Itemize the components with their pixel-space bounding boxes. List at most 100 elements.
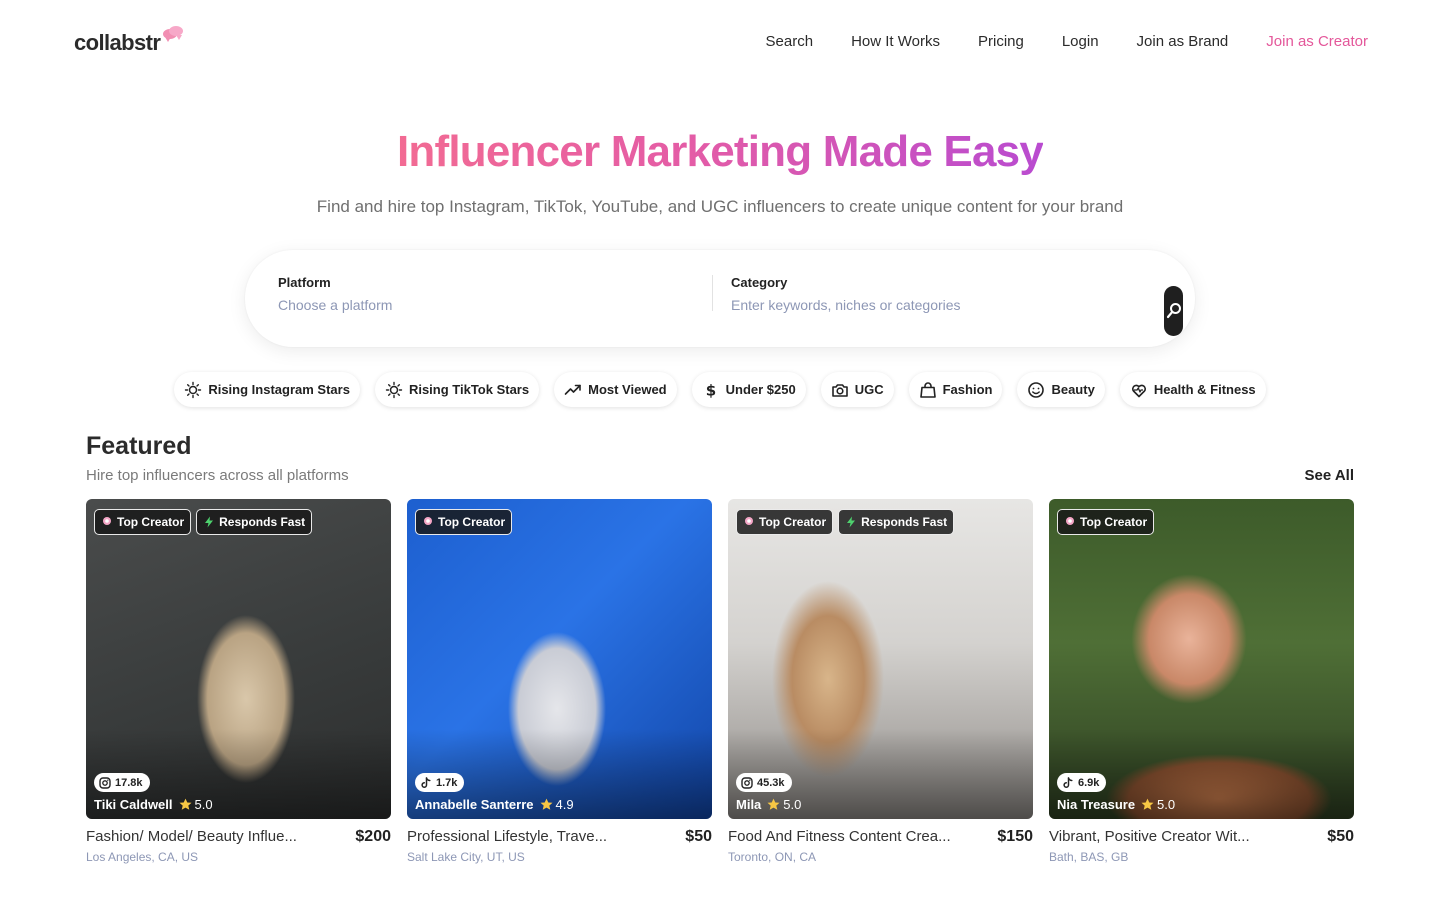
followers-count: 1.7k [436,776,458,789]
platform-field[interactable]: Platform [278,275,698,315]
badges: Top Creator Responds Fast [736,509,955,535]
chip-rising-instagram-stars[interactable]: Rising Instagram Stars [174,372,360,407]
category-chips: Rising Instagram Stars Rising TikTok Sta… [0,372,1440,407]
top-creator-badge: Top Creator [94,509,192,535]
nav-link-login[interactable]: Login [1062,32,1099,52]
card-location: Salt Lake City, UT, US [407,850,525,864]
followers-count: 6.9k [1078,776,1100,789]
star-icon [179,798,192,810]
nav-link-search[interactable]: Search [766,32,814,52]
category-label: Category [731,275,788,290]
star-icon [767,798,780,810]
svg-text:$: $ [705,381,715,399]
card-info: Food And Fitness Content Crea... $150 To… [728,827,1033,871]
badges: Top Creator [415,509,513,535]
card-price: $150 [997,828,1033,845]
nav-link-join-as-creator[interactable]: Join as Creator [1266,32,1368,52]
logo[interactable]: collabstr [74,26,186,58]
chip-fashion[interactable]: Fashion [908,372,1003,407]
badges: Top Creator [1057,509,1155,535]
card-description: Fashion/ Model/ Beauty Influe... [86,828,297,845]
featured-subtitle: Hire top influencers across all platform… [86,467,349,484]
platform-label: Platform [278,275,331,290]
chip-rising-tiktok-stars[interactable]: Rising TikTok Stars [374,372,540,407]
award-icon [103,517,111,525]
followers-badge: 1.7k [415,773,465,792]
creator-name: Tiki Caldwell [94,797,173,812]
badge-label: Responds Fast [219,515,306,529]
followers-badge: 45.3k [736,773,792,792]
followers-count: 17.8k [115,776,143,789]
chip-under-250[interactable]: $ Under $250 [691,372,806,407]
smile-icon [1027,381,1045,399]
rating: 5.0 [767,797,801,812]
heart-pulse-icon [1130,381,1148,399]
responds-fast-badge: Responds Fast [196,509,313,535]
sparkle-icon [184,381,202,399]
award-icon [424,517,432,525]
creator-photo[interactable]: Top Creator Responds Fast 17.8k Tiki Cal… [86,499,391,819]
creator-card[interactable]: Top Creator 6.9k Nia Treasure 5.0 Vibran… [1049,499,1354,871]
search-button[interactable] [1164,286,1183,336]
tiktok-icon [421,776,431,788]
badge-label: Responds Fast [861,515,948,529]
sparkle-icon [385,381,403,399]
followers-count: 45.3k [757,776,785,789]
nav-link-join-as-brand[interactable]: Join as Brand [1137,32,1229,52]
platform-input[interactable] [278,295,698,315]
nav-link-pricing[interactable]: Pricing [978,32,1024,52]
dollar-icon: $ [702,381,720,399]
top-creator-badge: Top Creator [415,509,513,535]
hero-title: Influencer Marketing Made Easy [0,124,1440,180]
creator-photo[interactable]: Top Creator 6.9k Nia Treasure 5.0 [1049,499,1354,819]
creator-photo[interactable]: Top Creator Responds Fast 45.3k Mila 5.0 [728,499,1033,819]
rating-value: 5.0 [194,797,213,812]
chip-label: Fashion [942,382,993,397]
creator-card[interactable]: Top Creator Responds Fast 45.3k Mila 5.0 [728,499,1033,871]
hero-title-text: Influencer Marketing Made Easy [397,127,1044,176]
lightning-icon [205,516,214,528]
followers-badge: 17.8k [94,773,150,792]
name-row: Mila 5.0 [736,797,801,812]
chip-label: Beauty [1051,382,1095,397]
star-icon [540,798,552,810]
badge-label: Top Creator [759,515,827,529]
chip-label: Rising TikTok Stars [408,382,530,397]
category-input[interactable] [731,295,1151,315]
name-row: Annabelle Santerre 4.9 [415,797,574,812]
rating-value: 4.9 [555,797,574,812]
card-price: $200 [355,828,391,845]
chip-health-fitness[interactable]: Health & Fitness [1119,372,1266,407]
award-icon [745,517,753,525]
chip-ugc[interactable]: UGC [820,372,894,407]
chip-label: Rising Instagram Stars [208,382,350,397]
creator-name: Mila [736,797,762,812]
chip-beauty[interactable]: Beauty [1017,372,1105,407]
search-bar: Platform Category [245,250,1195,347]
card-description: Vibrant, Positive Creator Wit... [1049,828,1250,845]
nav-link-how-it-works[interactable]: How It Works [851,32,940,52]
creator-card[interactable]: Top Creator 1.7k Annabelle Santerre 4.9 … [407,499,712,871]
badges: Top Creator Responds Fast [94,509,313,535]
card-info: Professional Lifestyle, Trave... $50 Sal… [407,827,712,871]
card-description: Food And Fitness Content Crea... [728,828,951,845]
rating: 4.9 [540,797,574,812]
category-field[interactable]: Category [731,275,1151,315]
search-icon [1166,303,1181,319]
name-row: Tiki Caldwell 5.0 [94,797,213,812]
hero-subtitle: Find and hire top Instagram, TikTok, You… [316,197,1124,216]
search-divider [712,275,713,311]
creator-card[interactable]: Top Creator Responds Fast 17.8k Tiki Cal… [86,499,391,871]
rating: 5.0 [1141,797,1175,812]
chip-label: UGC [854,382,884,397]
logo-text: collabstr [74,30,161,55]
chip-label: Health & Fitness [1153,382,1256,397]
rating: 5.0 [179,797,213,812]
creator-name: Annabelle Santerre [415,797,534,812]
top-creator-badge: Top Creator [1057,509,1155,535]
creator-photo[interactable]: Top Creator 1.7k Annabelle Santerre 4.9 [407,499,712,819]
see-all-link[interactable]: See All [1305,466,1354,486]
chip-most-viewed[interactable]: Most Viewed [554,372,677,407]
chip-label: Under $250 [725,382,796,397]
featured-cards: Top Creator Responds Fast 17.8k Tiki Cal… [86,499,1354,871]
